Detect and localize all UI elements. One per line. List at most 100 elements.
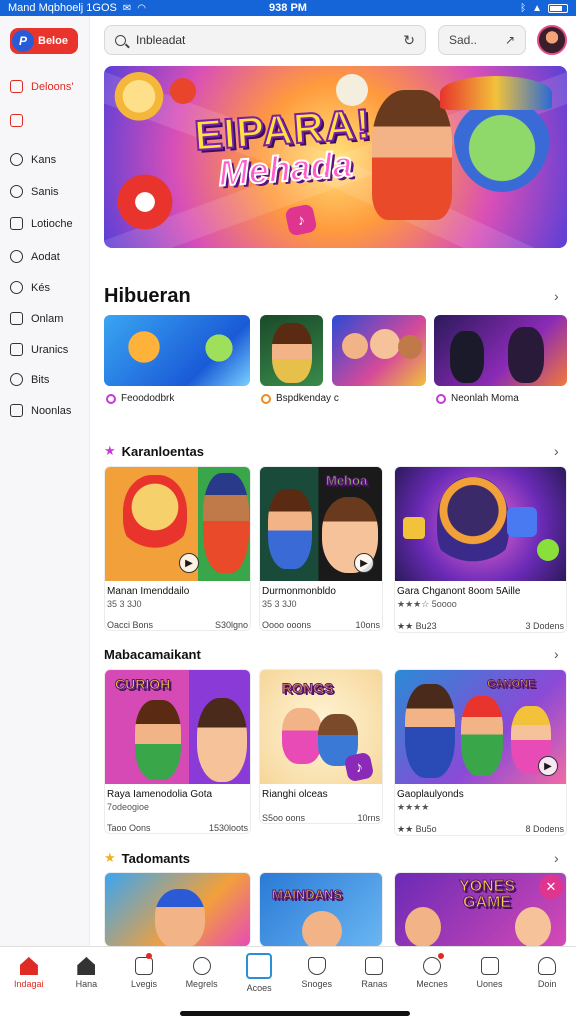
list-item[interactable]: Bspdkenday c xyxy=(261,393,339,404)
sidebar-item-lotioche[interactable]: Lotioche xyxy=(10,217,73,230)
game-card[interactable]: Mehoa ▶ Durmonmonbldo 35 3 3J0 Oooo ooon… xyxy=(259,466,383,631)
tab-mecnes[interactable]: Mecnes xyxy=(403,947,461,1004)
sidebar-item-uranics[interactable]: Uranics xyxy=(10,343,68,356)
sort-dropdown[interactable]: Sad.. ↗ xyxy=(438,25,526,55)
tab-doin[interactable]: Doin xyxy=(518,947,576,1004)
refresh-icon[interactable]: ↻ xyxy=(403,32,415,49)
avatar[interactable] xyxy=(537,25,567,55)
status-bar: Mand Mqbhoelj 1GOS ✉ ◠ 938 PM ᛒ ▲ xyxy=(0,0,576,16)
sidebar-item-onlam[interactable]: Onlam xyxy=(10,312,63,325)
game-card[interactable] xyxy=(104,872,251,946)
game-card[interactable]: RONGS ♪ Rianghi olceas S5oo oons 10rns xyxy=(259,669,383,824)
app-logo-button[interactable]: P Beloe xyxy=(10,28,78,54)
shield-icon xyxy=(10,250,23,263)
user-icon xyxy=(10,185,23,198)
sidebar-item-label: Kés xyxy=(31,281,50,294)
sidebar-item-kans[interactable]: Kans xyxy=(10,153,56,166)
sidebar-item-aodat[interactable]: Aodat xyxy=(10,250,60,263)
sidebar-item-label: Deloons' xyxy=(31,80,74,93)
circle-icon xyxy=(10,281,23,294)
star-icon: ★ xyxy=(104,850,116,865)
tab-snoges[interactable]: Snoges xyxy=(288,947,346,1004)
hiburan-thumb-2[interactable] xyxy=(260,315,323,386)
person-icon xyxy=(538,957,557,975)
game-card[interactable]: ▶ Manan Imenddailo 35 3 3J0 Oacci Bons S… xyxy=(104,466,251,631)
status-time: 938 PM xyxy=(269,2,307,14)
expand-icon: ↗ xyxy=(504,33,515,47)
game-thumbnail: ▶ xyxy=(105,467,250,581)
signal-icon: ▲ xyxy=(532,2,542,14)
sidebar-item-deloons[interactable]: Deloons' xyxy=(10,80,73,93)
hero-character-bear xyxy=(112,72,166,126)
logo-label: Beloe xyxy=(38,35,68,47)
globe-icon xyxy=(10,373,23,386)
sidebar-item-sanis[interactable]: Sanis xyxy=(10,185,59,198)
sidebar-item-label: Onlam xyxy=(31,312,64,325)
home-icon xyxy=(19,957,38,975)
chevron-right-icon[interactable]: › xyxy=(554,443,559,459)
search-icon xyxy=(115,34,126,46)
tab-indagai[interactable]: Indagai xyxy=(0,947,58,1004)
music-note-icon: ♪ xyxy=(284,203,318,237)
gamepad-icon xyxy=(246,953,273,979)
play-icon[interactable]: ▶ xyxy=(354,553,374,573)
hiburan-thumb-3[interactable] xyxy=(332,315,426,386)
category-dot-icon xyxy=(261,393,271,404)
tab-lvegis[interactable]: Lvegis xyxy=(115,947,173,1004)
tab-hana[interactable]: Hana xyxy=(58,947,116,1004)
search-input[interactable] xyxy=(136,33,404,47)
section-title-karanloentas: ★ Karanloentas xyxy=(104,443,205,459)
chevron-right-icon[interactable]: › xyxy=(554,850,559,866)
game-card[interactable]: Gara Chganont 8oom 5Aille ★★★☆ 5oooo ★★ … xyxy=(394,466,567,633)
sort-label: Sad.. xyxy=(449,33,478,47)
hero-character-red xyxy=(114,171,176,233)
game-card[interactable]: CURIOH Raya Iamenodolia Gota 7odeogioe T… xyxy=(104,669,251,834)
game-thumbnail: RONGS ♪ xyxy=(260,670,382,784)
tab-megrels[interactable]: Megrels xyxy=(173,947,231,1004)
game-card[interactable]: GANONE ▶ Gaoplaulyonds ★★★★ ★★ Bu5o 8 Do… xyxy=(394,669,567,836)
home-icon xyxy=(10,80,23,93)
sidebar-item-noonlas[interactable]: Noonlas xyxy=(10,404,71,417)
game-card[interactable]: YONES GAME ✕ xyxy=(394,872,567,946)
tab-uones[interactable]: Uones xyxy=(461,947,519,1004)
bluetooth-icon: ᛒ xyxy=(520,2,527,14)
tab-acoes[interactable]: Acoes xyxy=(230,947,288,1004)
search-bar[interactable]: ↻ xyxy=(104,25,426,55)
tab-ranas[interactable]: Ranas xyxy=(346,947,404,1004)
list-item[interactable]: Feoododbrk xyxy=(106,393,174,404)
sidebar: P Beloe Deloons' Kans Sanis Lotioche Aod… xyxy=(0,16,90,946)
chevron-right-icon[interactable]: › xyxy=(554,288,559,304)
gear-icon xyxy=(422,957,441,975)
document-icon xyxy=(10,217,23,230)
game-thumbnail: Mehoa ▶ xyxy=(260,467,382,581)
logo-icon: P xyxy=(12,30,34,52)
sidebar-item-label: Aodat xyxy=(31,250,60,263)
hiburan-thumb-4[interactable] xyxy=(434,315,567,386)
sidebar-item-kes[interactable]: Kés xyxy=(10,281,50,294)
house-icon xyxy=(77,957,96,975)
play-icon[interactable]: ▶ xyxy=(179,553,199,573)
hiburan-thumb-1[interactable] xyxy=(104,315,250,386)
category-dot-icon xyxy=(106,393,116,404)
music-note-icon: ♪ xyxy=(343,751,375,783)
section-title-tadomants: ★ Tadomants xyxy=(104,850,191,866)
hero-banner[interactable]: EIPARA! Mehada ♪ xyxy=(104,66,567,248)
sidebar-item-label: Noonlas xyxy=(31,404,72,417)
game-thumbnail xyxy=(105,873,250,946)
game-card[interactable]: MAINDANS xyxy=(259,872,383,946)
section-title-mabacamaikant: Mabacamaikant xyxy=(104,647,201,662)
game-thumbnail: GANONE ▶ xyxy=(395,670,566,784)
hero-balloon xyxy=(170,78,196,104)
close-icon[interactable]: ✕ xyxy=(539,875,563,899)
sidebar-item-edit[interactable] xyxy=(10,114,31,127)
play-icon[interactable]: ▶ xyxy=(538,756,558,776)
bottom-nav: Indagai Hana Lvegis Megrels Acoes Snoges… xyxy=(0,946,576,1004)
bag-icon xyxy=(10,312,23,325)
flag-icon xyxy=(365,957,384,975)
sidebar-item-bits[interactable]: Bits xyxy=(10,373,49,386)
list-item[interactable]: Neonlah Moma xyxy=(436,393,519,404)
chat-icon xyxy=(192,957,211,975)
home-indicator[interactable] xyxy=(180,1011,410,1016)
compass-icon xyxy=(10,153,23,166)
chevron-right-icon[interactable]: › xyxy=(554,646,559,662)
